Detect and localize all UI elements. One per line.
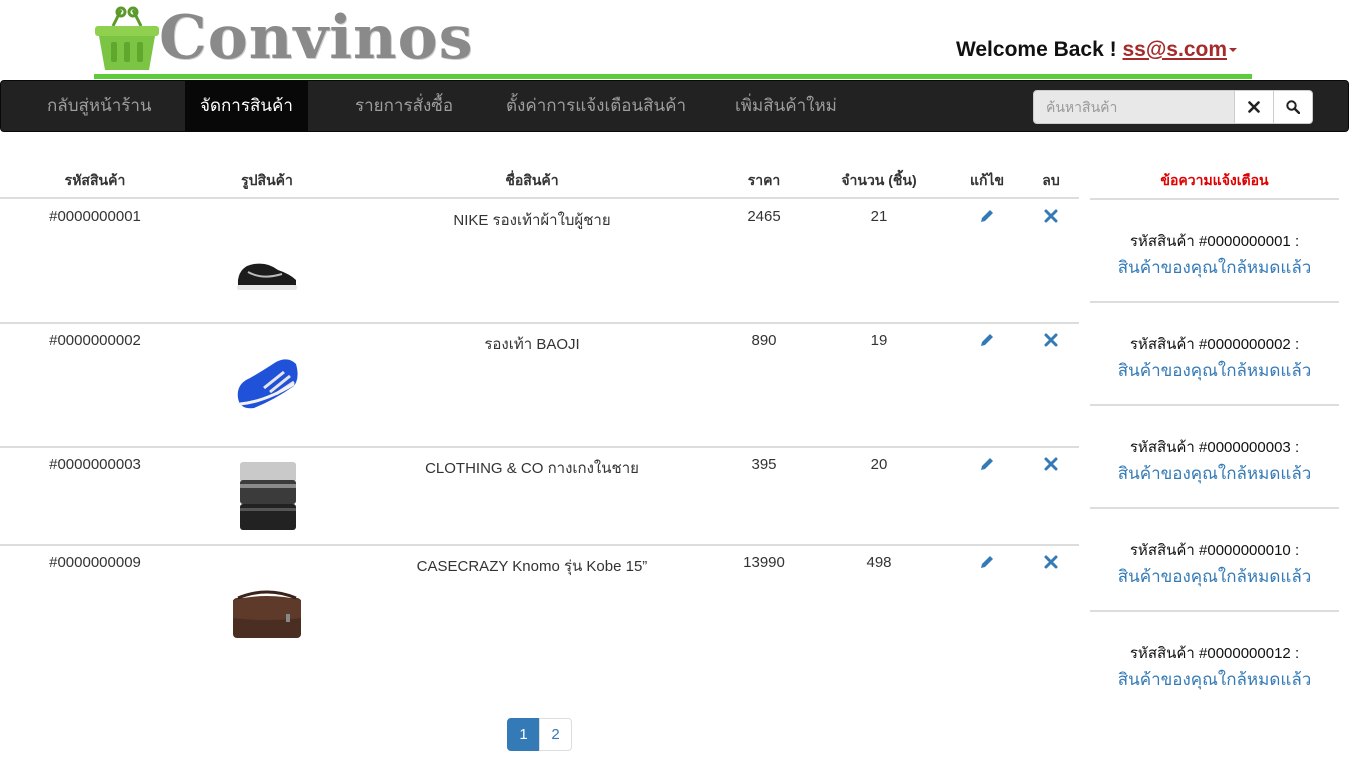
col-header-quantity: จำนวน (ชิ้น) — [841, 172, 917, 188]
search-icon — [1286, 100, 1300, 114]
delete-icon[interactable] — [1043, 332, 1059, 348]
notification-item: รหัสสินค้า #0000000003 : สินค้าของคุณใกล… — [1090, 435, 1339, 487]
product-name: รองเท้า BAOJI — [484, 336, 580, 353]
col-header-image: รูปสินค้า — [241, 172, 293, 188]
col-header-name: ชื่อสินค้า — [505, 172, 559, 188]
notification-code: รหัสสินค้า #0000000002 : — [1129, 336, 1300, 353]
col-header-edit: แก้ไข — [969, 172, 1005, 188]
welcome-message: Welcome Back ! ss@s.com — [956, 38, 1237, 62]
notif-divider — [1090, 610, 1339, 612]
pencil-icon[interactable] — [979, 456, 995, 472]
nav-back-to-store[interactable]: กลับสู่หน้าร้าน — [32, 81, 167, 131]
product-id: #0000000001 — [49, 208, 141, 225]
search-input[interactable]: ค้นหาสินค้า — [1033, 90, 1235, 124]
notification-code: รหัสสินค้า #0000000003 : — [1129, 439, 1300, 456]
basket-icon — [93, 4, 161, 72]
page-1-button[interactable]: 1 — [507, 718, 540, 751]
pencil-icon[interactable] — [979, 208, 995, 224]
nav-add-product[interactable]: เพิ่มสินค้าใหม่ — [720, 81, 852, 131]
notification-message[interactable]: สินค้าของคุณใกล้หมดแล้ว — [1090, 254, 1339, 281]
notification-item: รหัสสินค้า #0000000010 : สินค้าของคุณใกล… — [1090, 538, 1339, 590]
nav-orders[interactable]: รายการสั่งซื้อ — [340, 81, 468, 131]
nav-manage-products[interactable]: จัดการสินค้า — [185, 81, 308, 131]
product-quantity: 21 — [870, 208, 888, 225]
notification-code: รหัสสินค้า #0000000012 : — [1129, 645, 1300, 662]
row-divider — [0, 322, 1079, 324]
search-button[interactable] — [1273, 90, 1313, 124]
row-divider — [0, 544, 1079, 546]
pencil-icon[interactable] — [979, 554, 995, 570]
col-header-delete: ลบ — [1042, 172, 1060, 188]
notification-code: รหัสสินค้า #0000000010 : — [1129, 542, 1300, 559]
caret-down-icon[interactable] — [1229, 48, 1237, 53]
product-id: #0000000003 — [49, 456, 141, 473]
notification-message[interactable]: สินค้าของคุณใกล้หมดแล้ว — [1090, 563, 1339, 590]
table-header-divider — [0, 197, 1079, 199]
product-price: 395 — [751, 456, 777, 473]
black-sneaker-image — [234, 256, 300, 300]
close-icon — [1248, 101, 1260, 113]
product-name: CLOTHING & CO กางเกงในชาย — [425, 460, 639, 477]
notif-divider — [1090, 404, 1339, 406]
delete-icon[interactable] — [1043, 554, 1059, 570]
navbar: กลับสู่หน้าร้าน จัดการสินค้า รายการสั่งซ… — [0, 80, 1349, 132]
brand-logo[interactable]: Convinos — [93, 4, 473, 72]
product-price: 890 — [751, 332, 777, 349]
underwear-image — [238, 460, 298, 536]
product-name: CASECRAZY Knomo รุ่น Kobe 15” — [416, 558, 648, 575]
user-email-dropdown[interactable]: ss@s.com — [1122, 38, 1227, 61]
brand-name: Convinos — [159, 3, 474, 73]
notification-code: รหัสสินค้า #0000000001 : — [1129, 233, 1300, 250]
welcome-text: Welcome Back ! — [955, 38, 1117, 61]
delete-icon[interactable] — [1043, 456, 1059, 472]
notification-message[interactable]: สินค้าของคุณใกล้หมดแล้ว — [1090, 357, 1339, 384]
col-header-price: ราคา — [747, 172, 781, 188]
notification-item: รหัสสินค้า #0000000002 : สินค้าของคุณใกล… — [1090, 332, 1339, 384]
nav-stock-alert-settings[interactable]: ตั้งค่าการแจ้งเตือนสินค้า — [491, 81, 701, 131]
pagination: 1 2 — [507, 718, 572, 751]
notification-message[interactable]: สินค้าของคุณใกล้หมดแล้ว — [1090, 460, 1339, 487]
product-quantity: 20 — [870, 456, 888, 473]
row-divider — [0, 446, 1079, 448]
col-header-id: รหัสสินค้า — [64, 172, 126, 188]
notif-divider — [1090, 301, 1339, 303]
notification-message[interactable]: สินค้าของคุณใกล้หมดแล้ว — [1090, 666, 1339, 693]
delete-icon[interactable] — [1043, 208, 1059, 224]
notif-divider — [1090, 507, 1339, 509]
product-quantity: 19 — [870, 332, 888, 349]
header-divider — [94, 74, 1252, 79]
product-id: #0000000009 — [49, 554, 141, 571]
notification-item: รหัสสินค้า #0000000001 : สินค้าของคุณใกล… — [1090, 229, 1339, 281]
page-2-button[interactable]: 2 — [539, 718, 572, 751]
blue-sneaker-image — [234, 354, 302, 418]
clear-search-button[interactable] — [1234, 90, 1274, 124]
pencil-icon[interactable] — [979, 332, 995, 348]
notifications-title: ข้อความแจ้งเตือน — [1160, 172, 1269, 188]
notification-item: รหัสสินค้า #0000000012 : สินค้าของคุณใกล… — [1090, 641, 1339, 693]
product-name: NIKE รองเท้าผ้าใบผู้ชาย — [453, 212, 611, 229]
product-price: 2465 — [747, 208, 781, 225]
product-id: #0000000002 — [49, 332, 141, 349]
notif-divider — [1090, 198, 1339, 200]
messenger-bag-image — [230, 588, 304, 646]
product-quantity: 498 — [866, 554, 892, 571]
product-price: 13990 — [743, 554, 785, 571]
